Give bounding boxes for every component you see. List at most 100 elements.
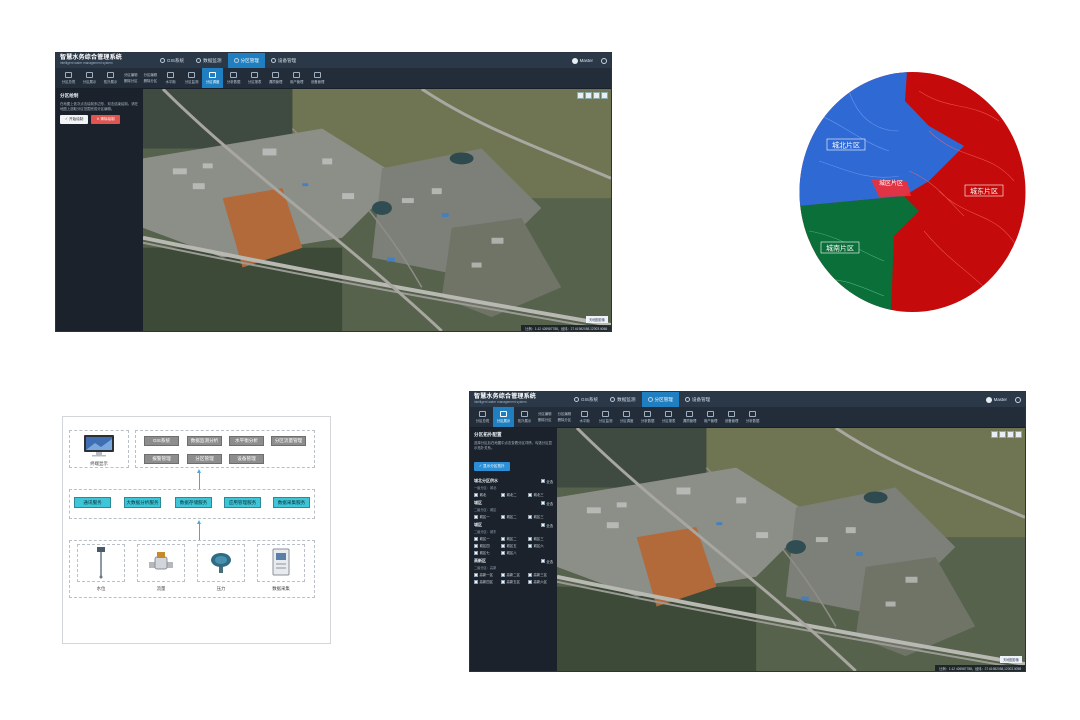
- app-zone[interactable]: 分区管理: [187, 454, 222, 464]
- measure-icon[interactable]: [999, 431, 1006, 438]
- map-layer-badge[interactable]: 天地图影像: [1000, 656, 1022, 663]
- tool-delete-zone[interactable]: 删除分区: [124, 78, 138, 84]
- zone-checkbox[interactable]: 高新三区: [528, 572, 550, 577]
- app-zone-flow[interactable]: 分区流量管理: [271, 436, 306, 446]
- service-communication[interactable]: 通讯服务: [74, 497, 111, 508]
- service-collection[interactable]: 数据采集服务: [273, 497, 310, 508]
- zone-checkbox[interactable]: 高新六区: [528, 579, 550, 584]
- tool-report[interactable]: 分区报表: [244, 68, 265, 88]
- service-bigdata[interactable]: 大数据分析服务: [124, 497, 161, 508]
- zoom-icon[interactable]: [593, 92, 600, 99]
- nav-device[interactable]: 设备管理: [265, 53, 302, 68]
- tool-overview[interactable]: 分区总揽: [472, 407, 493, 427]
- tool-delete-zone-2[interactable]: 删除分区: [558, 417, 572, 423]
- app-device[interactable]: 设备管理: [229, 454, 264, 464]
- service-app-management[interactable]: 应用管理服务: [224, 497, 261, 508]
- zone-checkbox[interactable]: 城区四: [474, 543, 496, 548]
- tool-leak[interactable]: 漏损管理: [679, 407, 700, 427]
- map-status: 比例：1:12 426987788，经纬：27.61982058,12003.4…: [521, 325, 611, 331]
- nav-gis[interactable]: GIS系统: [154, 53, 190, 68]
- satellite-map[interactable]: 天地图影像 比例：1:12 426987788，经纬：27.61982058,1…: [143, 89, 611, 331]
- tool-leak[interactable]: 漏损管理: [265, 68, 286, 88]
- app-gis[interactable]: GIS系统: [144, 436, 179, 446]
- zone-checkbox[interactable]: 城区三: [528, 536, 550, 541]
- gear-icon[interactable]: [601, 57, 607, 64]
- tool-topology[interactable]: 拓扑展示: [514, 407, 535, 427]
- zone-checkbox[interactable]: 城区二: [501, 514, 523, 519]
- select-all-checkbox[interactable]: 全选: [540, 478, 553, 484]
- app-brand: 智慧水务综合管理系统 intelligent water management …: [60, 55, 148, 65]
- zone-checkbox[interactable]: 城区六: [528, 543, 550, 548]
- fullscreen-icon[interactable]: [1015, 431, 1022, 438]
- nav-monitor[interactable]: 数据监测: [604, 392, 641, 407]
- zoom-icon[interactable]: [1007, 431, 1014, 438]
- tool-delete-zone-2[interactable]: 删除分区: [144, 78, 158, 84]
- zone-checkbox[interactable]: 城区一: [474, 536, 496, 541]
- device-label-level: 水位: [96, 586, 106, 591]
- nav-monitor[interactable]: 数据监测: [190, 53, 227, 68]
- tool-balance[interactable]: 水平衡: [574, 407, 595, 427]
- tool-monitor[interactable]: 分区监测: [181, 68, 202, 88]
- tool-device[interactable]: 设备管理: [721, 407, 742, 427]
- device-icon: [314, 72, 322, 78]
- tool-dispatch[interactable]: 分区调度: [202, 68, 224, 88]
- app-alarm[interactable]: 报警管理: [144, 454, 179, 464]
- zone-checkbox[interactable]: 城北二: [501, 492, 523, 497]
- user-menu[interactable]: Master: [571, 57, 607, 64]
- report-icon: [251, 72, 259, 78]
- fullscreen-icon[interactable]: [601, 92, 608, 99]
- nav-zone[interactable]: 分区管理: [641, 392, 679, 407]
- tool-data[interactable]: 分析数据: [742, 407, 763, 427]
- zone-checkbox[interactable]: 城区二: [501, 536, 523, 541]
- tool-device[interactable]: 设备管理: [307, 68, 328, 88]
- layer-icon[interactable]: [991, 431, 998, 438]
- tool-overview[interactable]: 分区总揽: [58, 68, 79, 88]
- zone-checkbox[interactable]: 城区八: [501, 550, 523, 555]
- select-all-checkbox[interactable]: 全选: [540, 522, 553, 528]
- zone-checkbox[interactable]: 城区三: [528, 514, 550, 519]
- zone-checkbox[interactable]: 城区五: [501, 543, 523, 548]
- start-draw-button[interactable]: ✓ 开始绘制: [60, 115, 89, 125]
- zone-group-city: 城区 全选 二级分区：城区 城区一 城区二 城区三: [474, 500, 553, 520]
- nav-zone[interactable]: 分区管理: [227, 53, 265, 68]
- tool-report[interactable]: 分区报表: [658, 407, 679, 427]
- tool-user[interactable]: 用户管理: [700, 407, 721, 427]
- zone-north-label: 城北片区: [832, 141, 860, 150]
- tool-balance[interactable]: 水平衡: [160, 68, 181, 88]
- tool-user[interactable]: 用户管理: [286, 68, 307, 88]
- show-topology-button[interactable]: ✓ 显示分区拓扑: [474, 462, 510, 472]
- zone-checkbox[interactable]: 城北三: [528, 492, 550, 497]
- zone-checkbox[interactable]: 高新二区: [501, 572, 523, 577]
- report-icon: [665, 411, 673, 417]
- zone-checkbox[interactable]: 高新一区: [474, 572, 496, 577]
- zone-checkbox[interactable]: 城区七: [474, 550, 496, 555]
- app-monitor-analysis[interactable]: 数据监测分析: [187, 436, 222, 446]
- zone-map: 城北片区 城东片区 城南片区 城区片区: [799, 72, 1026, 312]
- zone-checkbox[interactable]: 城北: [474, 492, 496, 497]
- map-layer-badge[interactable]: 天地图影像: [586, 316, 608, 323]
- layer-icon[interactable]: [577, 92, 584, 99]
- gear-icon[interactable]: [1015, 396, 1021, 403]
- tool-display[interactable]: 分区展示: [493, 407, 514, 427]
- tool-monitor[interactable]: 分区监测: [595, 407, 616, 427]
- zone-checkbox[interactable]: 高新五区: [501, 579, 523, 584]
- select-all-checkbox[interactable]: 全选: [540, 500, 553, 506]
- satellite-map[interactable]: 天地图影像 比例：1:12 426987788，经纬：27.61982058,1…: [557, 428, 1025, 671]
- service-storage[interactable]: 数据存储服务: [175, 497, 212, 508]
- zone-checkbox[interactable]: 高新四区: [474, 579, 496, 584]
- select-all-checkbox[interactable]: 全选: [540, 558, 553, 564]
- clear-draw-button[interactable]: ✕ 清除绘制: [91, 115, 120, 125]
- tool-display[interactable]: 分区展示: [79, 68, 100, 88]
- app-water-balance[interactable]: 水平衡分析: [229, 436, 264, 446]
- tool-topology[interactable]: 拓扑展示: [100, 68, 121, 88]
- tool-analysis[interactable]: 分析数据: [637, 407, 658, 427]
- measure-icon[interactable]: [585, 92, 592, 99]
- tool-delete-zone[interactable]: 删除分区: [538, 417, 552, 423]
- app-brand: 智慧水务综合管理系统 intelligent water management …: [474, 394, 562, 404]
- user-menu[interactable]: Master: [985, 396, 1021, 403]
- nav-gis[interactable]: GIS系统: [568, 392, 604, 407]
- nav-device[interactable]: 设备管理: [679, 392, 716, 407]
- zone-checkbox[interactable]: 城区一: [474, 514, 496, 519]
- tool-analysis[interactable]: 分析数据: [223, 68, 244, 88]
- tool-dispatch[interactable]: 分区调度: [616, 407, 637, 427]
